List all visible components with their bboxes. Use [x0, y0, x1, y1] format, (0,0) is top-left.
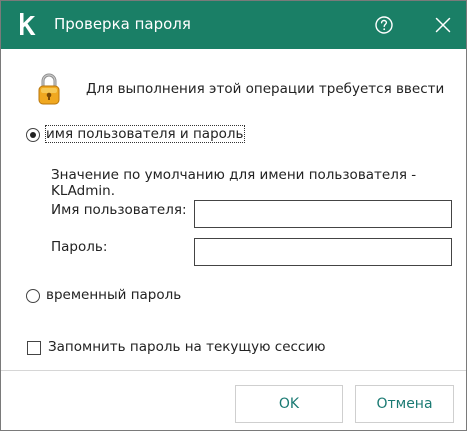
ok-button[interactable]: OK: [235, 385, 343, 423]
prompt-text: Для выполнения этой операции требуется в…: [86, 81, 445, 97]
user-password-radio-label[interactable]: имя пользователя и пароль: [45, 125, 245, 143]
cancel-button[interactable]: Отмена: [355, 385, 454, 423]
remember-password-checkbox[interactable]: [27, 341, 41, 355]
username-field[interactable]: [194, 200, 452, 228]
close-icon[interactable]: [432, 14, 454, 36]
dialog-footer: OK Отмена: [1, 370, 466, 430]
username-label: Имя пользователя:: [51, 202, 187, 218]
help-circle-icon[interactable]: [373, 14, 395, 36]
remember-password-label[interactable]: Запомнить пароль на текущую сессию: [48, 339, 326, 355]
title-bar[interactable]: Проверка пароля: [1, 1, 466, 49]
temporary-password-radio[interactable]: [26, 289, 40, 303]
lock-icon: [38, 73, 60, 105]
user-password-radio[interactable]: [26, 128, 40, 142]
temporary-password-radio-label[interactable]: временный пароль: [46, 287, 181, 303]
password-label: Пароль:: [51, 239, 108, 255]
default-username-hint: Значение по умолчанию для имени пользова…: [51, 167, 417, 199]
window-title: Проверка пароля: [54, 15, 191, 33]
password-field[interactable]: [194, 238, 452, 266]
kaspersky-k-icon: [20, 13, 36, 35]
password-check-dialog: Проверка пароля Для выполнения этой опер…: [0, 0, 467, 431]
